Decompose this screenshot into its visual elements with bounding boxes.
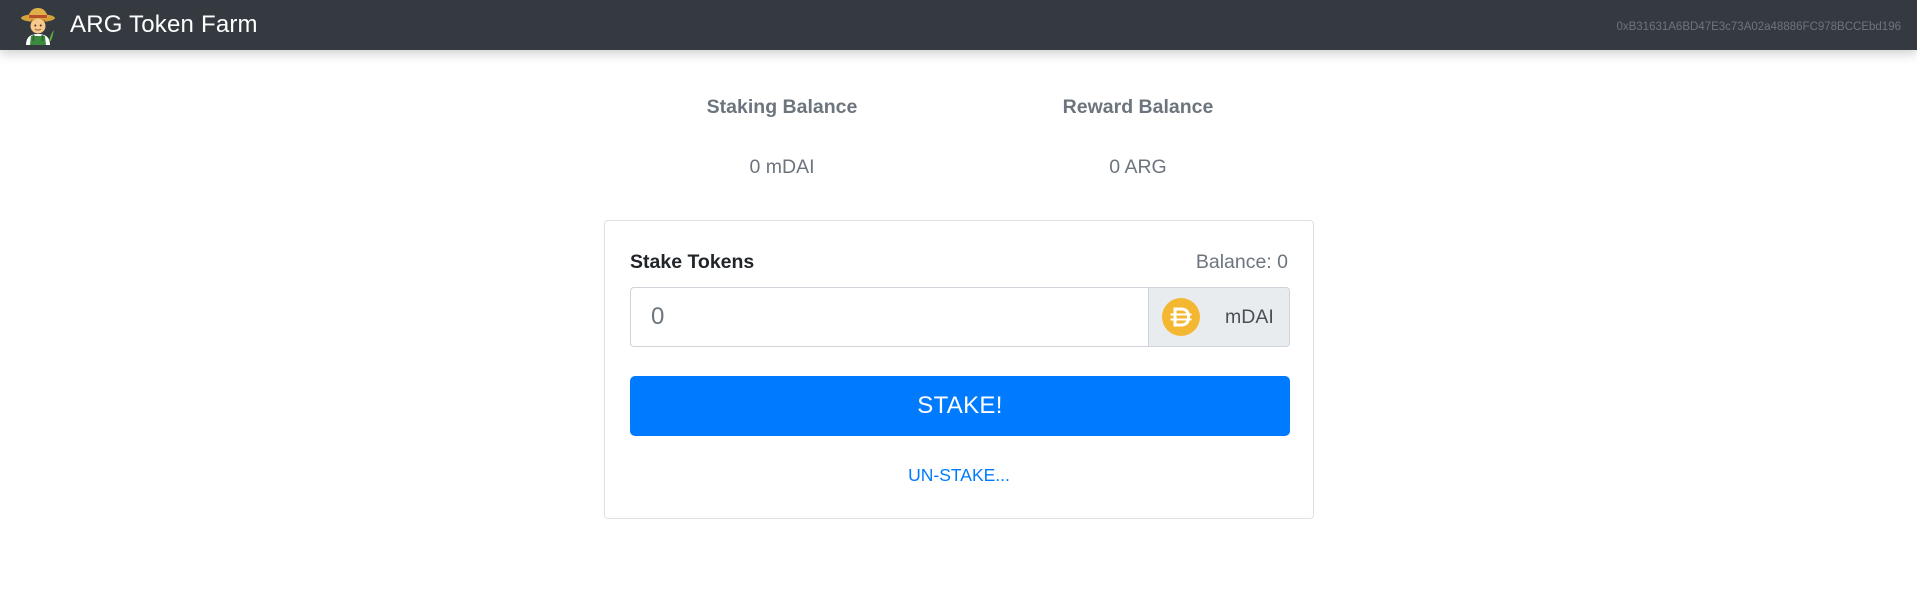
reward-balance-column: Reward Balance 0 ARG bbox=[988, 92, 1288, 182]
stake-card: Stake Tokens Balance: 0 mDAI STAKE! UN-S… bbox=[604, 220, 1314, 519]
unstake-link[interactable]: UN-STAKE... bbox=[605, 465, 1313, 486]
stake-button[interactable]: STAKE! bbox=[630, 376, 1290, 436]
brand-link[interactable]: ARG Token Farm bbox=[18, 5, 258, 45]
staking-balance-column: Staking Balance 0 mDAI bbox=[632, 92, 932, 182]
dai-icon bbox=[1162, 298, 1200, 336]
app-title: ARG Token Farm bbox=[70, 11, 258, 38]
staking-balance-heading: Staking Balance bbox=[706, 96, 858, 118]
stake-amount-input[interactable] bbox=[630, 287, 1148, 347]
stake-tokens-label: Stake Tokens bbox=[630, 250, 755, 273]
farmer-emoji-icon bbox=[21, 8, 55, 45]
stake-card-header: Stake Tokens Balance: 0 bbox=[630, 249, 1288, 275]
stake-input-group: mDAI bbox=[630, 287, 1290, 347]
reward-balance-value: 0 ARG bbox=[1109, 156, 1167, 178]
account-address: 0xB31631A6BD47E3c73A02a48886FC978BCCEbd1… bbox=[1616, 21, 1901, 33]
wallet-balance-label: Balance: 0 bbox=[1195, 250, 1288, 273]
top-navbar: ARG Token Farm 0xB31631A6BD47E3c73A02a48… bbox=[0, 0, 1917, 50]
reward-balance-heading: Reward Balance bbox=[1062, 96, 1214, 118]
token-symbol: mDAI bbox=[1225, 305, 1274, 328]
staking-balance-value: 0 mDAI bbox=[749, 156, 815, 178]
token-addon: mDAI bbox=[1148, 287, 1290, 347]
